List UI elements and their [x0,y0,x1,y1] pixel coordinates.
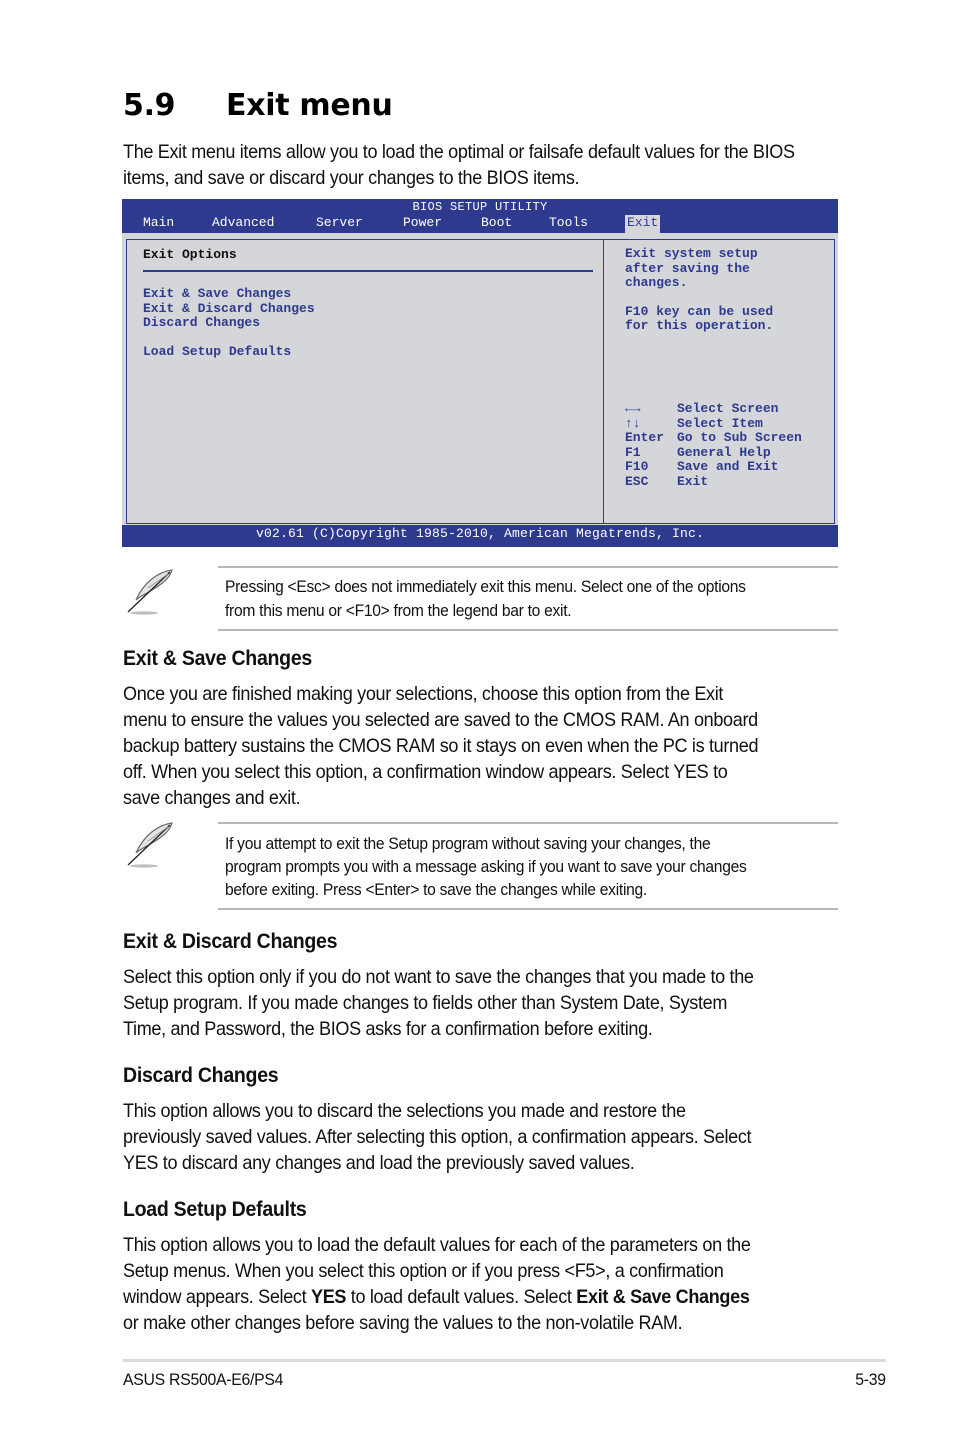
bios-header: BIOS SETUP UTILITY Main Advanced Server … [122,199,838,233]
legend-row: Enter Go to Sub Screen [625,430,802,446]
bios-help-line: changes. [625,275,688,290]
body-line: save changes and exit. [123,787,301,809]
bios-item-exit-save[interactable]: Exit & Save Changes [143,286,291,301]
section-title: Exit menu [226,88,393,123]
legend-key: F10 [625,459,649,474]
bios-help-line: for this operation. [625,318,774,333]
legend-key-left-right-arrows-icon: ←→ [625,401,641,416]
text-run: to load default values. Select [346,1286,577,1308]
footer-divider [123,1359,886,1362]
legend-action: General Help [677,445,771,460]
note-line: program prompts you with a message askin… [225,857,747,876]
legend-action: Select Item [677,416,763,431]
bios-section-title: Exit Options [143,247,237,262]
bios-tab-advanced[interactable]: Advanced [210,215,276,231]
bios-divider [143,270,593,272]
intro-paragraph: The Exit menu items allow you to load th… [123,141,795,189]
body-line: off. When you select this option, a conf… [123,761,728,783]
legend-action: Exit [677,474,709,489]
body-line: menu to ensure the values you selected a… [123,709,758,731]
body-line: Once you are finished making your select… [123,683,724,705]
legend-row: ←→ Select Screen [625,401,779,417]
feather-pen-icon [127,822,173,868]
emphasis-exit-save: Exit & Save Changes [576,1286,750,1308]
body-line: window appears. Select YES to load defau… [123,1284,844,1310]
note-line: from this menu or <F10> from the legend … [225,601,572,620]
heading-discard: Discard Changes [123,1064,279,1087]
bios-tab-tools[interactable]: Tools [547,215,590,231]
legend-row: ESC Exit [625,474,709,490]
note-line: If you attempt to exit the Setup program… [225,834,711,853]
section-number: 5.9 [123,88,176,123]
note-unsaved-changes: If you attempt to exit the Setup program… [218,822,838,910]
bios-tab-main[interactable]: Main [141,215,176,231]
heading-exit-discard: Exit & Discard Changes [123,930,338,953]
bios-tab-exit[interactable]: Exit [625,215,661,233]
bios-tab-server[interactable]: Server [314,215,365,231]
note-esc: Pressing <Esc> does not immediately exit… [218,566,838,631]
bios-tab-power[interactable]: Power [401,215,444,231]
bios-tab-boot[interactable]: Boot [479,215,514,231]
legend-action: Select Screen [677,401,779,416]
footer-page-number: 5-39 [855,1370,886,1389]
bios-copyright-bar: v02.61 (C)Copyright 1985-2010, American … [122,525,838,547]
body-line: or make other changes before saving the … [123,1312,683,1334]
page-title: 5.9 Exit menu [123,84,393,128]
bios-help-panel: Exit system setup after saving the chang… [603,239,835,524]
body-line: backup battery sustains the CMOS RAM so … [123,735,759,757]
body-line: YES to discard any changes and load the … [123,1152,635,1174]
heading-load-defaults: Load Setup Defaults [123,1198,307,1221]
legend-key: Enter [625,430,665,445]
feather-pen-icon [127,569,173,615]
note-line: Pressing <Esc> does not immediately exit… [225,577,746,596]
legend-key: ESC [625,474,649,489]
body-line: Setup menus. When you select this option… [123,1260,724,1282]
body-line: Time, and Password, the BIOS asks for a … [123,1018,653,1040]
bios-title: BIOS SETUP UTILITY [412,200,548,214]
bios-options-panel: Exit Options Exit & Save Changes Exit & … [126,239,603,524]
bios-item-exit-discard[interactable]: Exit & Discard Changes [143,301,315,316]
legend-action: Save and Exit [677,459,779,474]
footer-product: ASUS RS500A-E6/PS4 [123,1370,284,1389]
body-line: This option allows you to load the defau… [123,1234,751,1256]
emphasis-yes: YES [310,1286,347,1308]
body-line: Select this option only if you do not wa… [123,966,754,988]
text-run: window appears. Select [123,1286,311,1308]
body-line: previously saved values. After selecting… [123,1126,752,1148]
bios-screenshot: BIOS SETUP UTILITY Main Advanced Server … [122,199,838,547]
legend-action: Go to Sub Screen [677,430,802,445]
bios-item-discard[interactable]: Discard Changes [143,315,260,330]
bios-item-load-defaults[interactable]: Load Setup Defaults [143,344,291,359]
body-line: This option allows you to discard the se… [123,1100,686,1122]
bios-help-line: Exit system setup [625,246,758,261]
note-line: before exiting. Press <Enter> to save th… [225,880,647,899]
heading-exit-save: Exit & Save Changes [123,647,312,670]
legend-row: F10 Save and Exit [625,459,779,475]
body-line: Setup program. If you made changes to fi… [123,992,728,1014]
